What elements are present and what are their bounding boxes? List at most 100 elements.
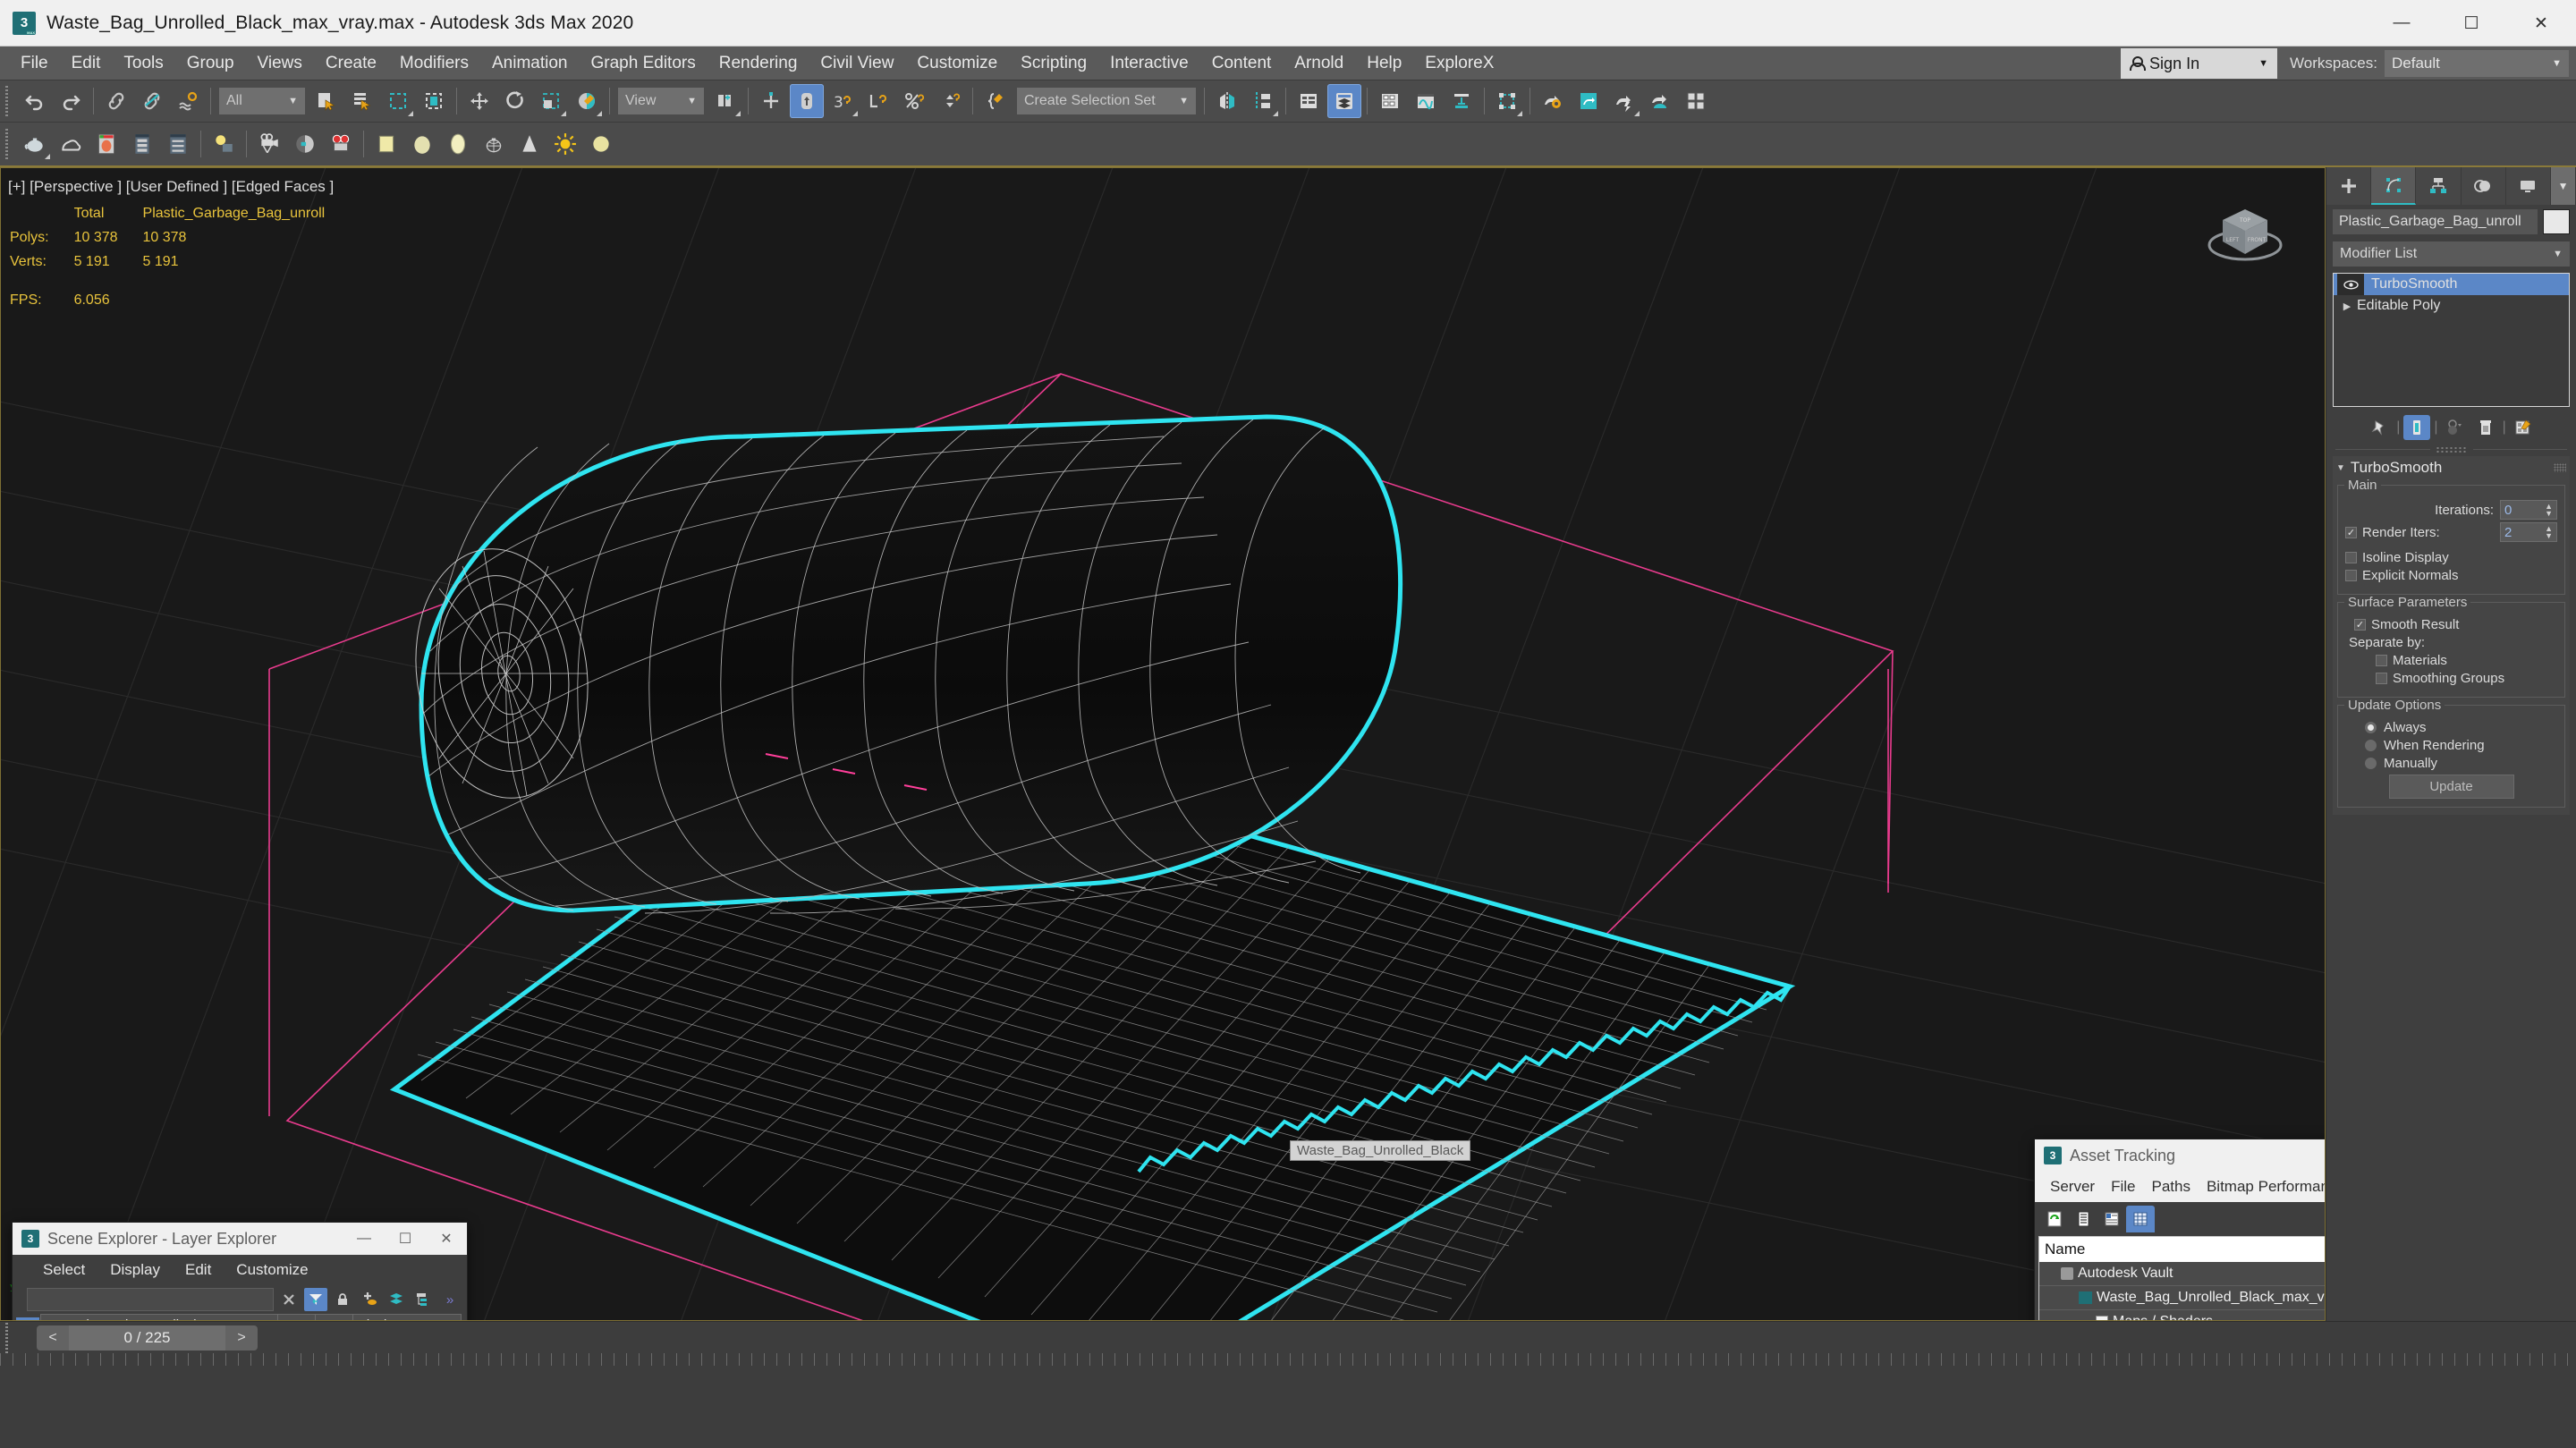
add-layer-icon[interactable] <box>358 1288 381 1311</box>
rollout-header[interactable]: ▼ TurboSmooth <box>2333 456 2570 479</box>
snaps-toggle-button[interactable] <box>790 84 824 118</box>
workspace-select[interactable]: Default ▼ <box>2385 50 2569 77</box>
select-and-manipulate-button[interactable] <box>754 84 788 118</box>
isoline-display-checkbox[interactable] <box>2345 552 2357 563</box>
list-panel-button[interactable] <box>125 127 159 161</box>
at-menu-file[interactable]: File <box>2103 1176 2143 1198</box>
settings-panel-button[interactable] <box>161 127 195 161</box>
render-setup-button[interactable] <box>1536 84 1570 118</box>
se-minimize-button[interactable]: — <box>343 1223 385 1255</box>
capsule-primitive-button[interactable] <box>441 127 475 161</box>
menu-animation[interactable]: Animation <box>480 50 580 77</box>
asset-tracking-titlebar[interactable]: 3 Asset Tracking — ☐ ✕ <box>2035 1139 2325 1172</box>
materials-checkbox[interactable] <box>2376 655 2387 666</box>
undo-button[interactable] <box>18 84 52 118</box>
table-row[interactable]: Autodesk Vault Logged... <box>2039 1262 2325 1286</box>
timeline-ticks[interactable] <box>0 1353 2576 1366</box>
light-bulb-button[interactable] <box>207 127 241 161</box>
explicit-normals-checkbox[interactable] <box>2345 570 2357 581</box>
menu-group[interactable]: Group <box>175 50 246 77</box>
se-menu-select[interactable]: Select <box>30 1259 97 1281</box>
menu-create[interactable]: Create <box>314 50 388 77</box>
schematic-view-button[interactable] <box>1445 84 1479 118</box>
menu-graph-editors[interactable]: Graph Editors <box>580 50 708 77</box>
select-by-name-button[interactable] <box>345 84 379 118</box>
teapot-icon-button[interactable] <box>18 127 52 161</box>
viewcube[interactable]: TOP LEFT FRONT <box>2196 184 2294 283</box>
use-pivot-point-center-button[interactable] <box>708 84 742 118</box>
se-menu-display[interactable]: Display <box>97 1259 173 1281</box>
select-to-layer-icon[interactable] <box>385 1288 408 1311</box>
close-button[interactable]: ✕ <box>2506 0 2576 47</box>
scene-explorer-titlebar[interactable]: 3 Scene Explorer - Layer Explorer — ☐ ✕ <box>13 1223 467 1255</box>
toggle-layer-explorer-button[interactable] <box>1327 84 1361 118</box>
smoothing-groups-row[interactable]: Smoothing Groups <box>2345 671 2557 686</box>
make-unique-icon[interactable] <box>2442 415 2469 440</box>
lock-icon[interactable] <box>331 1288 354 1311</box>
clear-search-icon[interactable] <box>277 1288 301 1311</box>
percent-snap-toggle-button[interactable] <box>897 84 931 118</box>
perspective-viewport[interactable]: [+] [Perspective ] [User Defined ] [Edge… <box>0 167 2326 1321</box>
smooth-result-checkbox[interactable]: ✓ <box>2354 619 2366 631</box>
window-crossing-button[interactable] <box>417 84 451 118</box>
curve-editor-button[interactable] <box>1409 84 1443 118</box>
reference-coordinate-select[interactable]: View ▼ <box>618 88 704 114</box>
mirror-button[interactable] <box>1210 84 1244 118</box>
menu-scripting[interactable]: Scripting <box>1009 50 1098 77</box>
isoline-display-row[interactable]: Isoline Display <box>2345 550 2557 565</box>
toolbar-grip[interactable] <box>4 129 13 159</box>
hierarchy-tab[interactable] <box>2416 167 2462 205</box>
show-end-result-icon[interactable] <box>2403 415 2431 440</box>
col-render[interactable]: R... <box>316 1315 353 1320</box>
toggle-ribbon-button[interactable] <box>1373 84 1407 118</box>
expander-icon[interactable]: ▶ <box>2337 301 2357 312</box>
sphere-primitive-button[interactable] <box>405 127 439 161</box>
minimize-button[interactable]: — <box>2367 0 2436 47</box>
se-menu-edit[interactable]: Edit <box>173 1259 224 1281</box>
refresh-icon[interactable] <box>2040 1206 2069 1232</box>
spinner-snap-toggle-button[interactable] <box>933 84 967 118</box>
render-production-button[interactable] <box>1607 84 1641 118</box>
when-rendering-radio[interactable] <box>2365 740 2377 751</box>
table-row[interactable]: Waste_Bag_Unrolled_Black_max_vray.max Ok <box>2039 1286 2325 1310</box>
sphere-half-button[interactable] <box>288 127 322 161</box>
menu-content[interactable]: Content <box>1200 50 1284 77</box>
redo-button[interactable] <box>54 84 88 118</box>
timeline-grip[interactable] <box>4 1322 13 1353</box>
asset-tracking-window[interactable]: 3 Asset Tracking — ☐ ✕ Server File Paths… <box>2034 1139 2325 1320</box>
spinner-arrows-icon[interactable]: ▲ ▼ <box>2545 503 2553 518</box>
toggle-scene-explorer-button[interactable] <box>1292 84 1326 118</box>
stack-item-editable-poly[interactable]: ▶ Editable Poly <box>2334 295 2569 317</box>
menu-rendering[interactable]: Rendering <box>708 50 809 77</box>
select-and-rotate-button[interactable] <box>498 84 532 118</box>
smooth-result-row[interactable]: ✓ Smooth Result <box>2345 617 2557 632</box>
grid-view-icon[interactable] <box>2126 1206 2155 1232</box>
cone-primitive-button[interactable] <box>513 127 547 161</box>
select-and-uniform-scale-button[interactable] <box>534 84 568 118</box>
teapot-primitive-button[interactable] <box>477 127 511 161</box>
rectangular-selection-region-button[interactable] <box>381 84 415 118</box>
select-and-link-button[interactable] <box>99 84 133 118</box>
pin-stack-icon[interactable] <box>2366 415 2393 440</box>
active-shade-button[interactable] <box>1643 84 1677 118</box>
rendered-frame-window-button[interactable] <box>1572 84 1606 118</box>
col-name[interactable]: Name (Sorted Ascending) ▲ <box>41 1315 278 1320</box>
material-preview-button[interactable] <box>89 127 123 161</box>
menu-views[interactable]: Views <box>246 50 314 77</box>
drag-handle-icon[interactable] <box>2554 463 2566 472</box>
maximize-button[interactable]: ☐ <box>2436 0 2506 47</box>
more-icon[interactable]: » <box>438 1288 462 1311</box>
select-and-move-button[interactable] <box>462 84 496 118</box>
next-frame-button[interactable]: > <box>225 1325 258 1351</box>
menu-civil-view[interactable]: Civil View <box>809 50 905 77</box>
unlink-selection-button[interactable] <box>135 84 169 118</box>
se-maximize-button[interactable]: ☐ <box>385 1223 426 1255</box>
selection-filter-select[interactable]: All ▼ <box>219 88 305 114</box>
current-frame-field[interactable]: 0 / 225 <box>69 1325 225 1351</box>
stack-item-turbosmooth[interactable]: TurboSmooth <box>2334 274 2569 295</box>
select-and-place-button[interactable] <box>570 84 604 118</box>
spinner-arrows-icon[interactable]: ▲ ▼ <box>2545 525 2553 540</box>
materials-row[interactable]: Materials <box>2345 653 2557 668</box>
modifier-stack[interactable]: TurboSmooth ▶ Editable Poly <box>2333 273 2570 407</box>
detail-view-icon[interactable] <box>2097 1206 2126 1232</box>
